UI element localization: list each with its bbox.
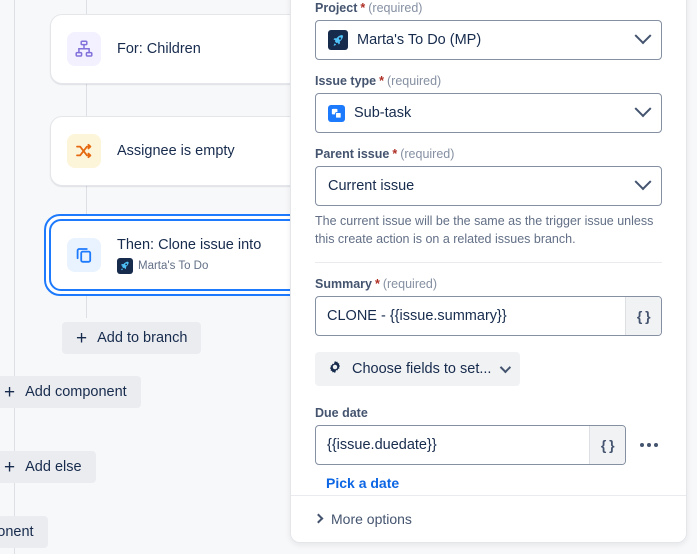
summary-input-value: CLONE - {{issue.summary}} [327,308,507,325]
smart-value-button[interactable]: { } [589,426,625,465]
project-label: Project * (required) [315,1,662,15]
add-to-branch-button[interactable]: + Add to branch [62,322,202,354]
dot [640,443,644,448]
issue-type-field: Issue type * (required) Sub-task [315,74,662,133]
summary-label-text: Summary [315,277,372,292]
summary-input[interactable]: CLONE - {{issue.summary}} { } [315,296,662,337]
more-options-label: More options [331,510,412,527]
due-date-input-value: {{issue.duedate}} [327,437,437,454]
due-date-label-text: Due date [315,406,368,421]
rule-canvas: For: Children Assignee is empty Then: Cl… [0,0,292,554]
chevron-down-icon [634,173,652,191]
issue-type-label-text: Issue type [315,74,377,88]
add-else-button[interactable]: + Add else [0,451,96,483]
project-label-text: Project [315,1,358,15]
chevron-down-icon [634,100,652,118]
action-config-panel: Project * (required) Marta's To Do (MP) [290,0,687,543]
rule-node-title: For: Children [117,40,201,57]
choose-fields-to-set-button[interactable]: Choose fields to set... [315,352,521,387]
issue-type-select[interactable]: Sub-task [315,93,662,133]
rule-node-subtitle: Marta's To Do [117,257,261,274]
required-star: * [360,1,366,15]
node-text: Assignee is empty [117,142,235,161]
more-options-toggle[interactable]: More options [313,510,412,527]
project-field: Project * (required) Marta's To Do (MP) [315,1,662,60]
rule-node-then-clone-issue-into[interactable]: Then: Clone issue into Marta's To Do [49,219,292,291]
gear-icon [327,359,343,379]
add-to-branch-label: Add to branch [97,330,188,346]
due-date-input[interactable]: {{issue.duedate}} { } [315,425,626,466]
parent-issue-field: Parent issue * (required) Current issue … [315,147,662,248]
required-star: * [392,147,398,161]
chevron-down-icon [634,27,652,45]
rule-node-assignee-is-empty[interactable]: Assignee is empty [50,116,292,186]
due-date-field: Due date {{issue.duedate}} { } Pick a da… [315,406,662,493]
node-text: For: Children [117,40,201,59]
due-date-label: Due date [315,406,662,420]
summary-input-row: CLONE - {{issue.summary}} { } [315,296,662,337]
more-actions-icon[interactable] [636,443,662,448]
panel-footer: More options [291,495,686,542]
plus-icon: + [4,456,16,478]
add-component-button-secondary[interactable]: + mponent [0,516,48,548]
required-star: * [374,277,380,292]
parent-issue-select[interactable]: Current issue [315,166,662,206]
summary-label: Summary * (required) [315,277,662,291]
dot [647,443,651,448]
chevron-down-icon [500,362,512,374]
parent-issue-helper-text: The current issue will be the same as th… [315,214,654,247]
summary-field: Summary * (required) CLONE - {{issue.sum… [315,277,662,337]
parent-issue-selected-value: Current issue [328,178,415,194]
shuffle-icon [67,134,101,168]
required-text: (required) [400,147,455,161]
node-text: Then: Clone issue into Marta's To Do [117,236,261,274]
smart-value-button[interactable]: { } [625,297,661,336]
plus-icon: + [4,381,16,403]
required-text: (required) [382,277,438,292]
subtask-icon [328,104,345,122]
rule-node-clone-selection-ring: Then: Clone issue into Marta's To Do [44,214,292,296]
add-component-label: Add component [25,384,127,400]
pick-a-date-link[interactable]: Pick a date [326,475,399,491]
required-text: (required) [368,1,423,15]
action-config-form: Project * (required) Marta's To Do (MP) [291,0,686,507]
choose-fields-label: Choose fields to set... [352,361,492,378]
required-star: * [379,74,385,88]
required-text: (required) [387,74,442,88]
project-select[interactable]: Marta's To Do (MP) [315,20,662,60]
rocket-project-avatar-icon [117,257,133,274]
rocket-project-avatar-icon [328,30,348,50]
automation-rule-editor: For: Children Assignee is empty Then: Cl… [0,0,697,554]
add-else-label: Add else [25,459,82,475]
project-selected-value: Marta's To Do (MP) [357,32,482,48]
section-divider [315,262,662,264]
copy-icon [67,238,101,272]
parent-issue-label: Parent issue * (required) [315,147,662,161]
rule-node-title: Assignee is empty [117,142,235,159]
chevron-right-icon [313,513,324,524]
issue-type-selected-value: Sub-task [354,105,412,121]
parent-issue-label-text: Parent issue [315,147,390,161]
add-component-secondary-label: mponent [0,524,34,540]
due-date-input-row: {{issue.duedate}} { } [315,425,662,466]
rule-node-subtitle-text: Marta's To Do [138,259,209,272]
dot [654,443,658,448]
plus-icon: + [76,327,88,349]
rule-node-for-children[interactable]: For: Children [50,14,292,84]
branch-icon [67,32,101,66]
issue-type-label: Issue type * (required) [315,74,662,88]
rule-node-title: Then: Clone issue into [117,237,262,254]
add-component-button[interactable]: + Add component [0,376,141,408]
